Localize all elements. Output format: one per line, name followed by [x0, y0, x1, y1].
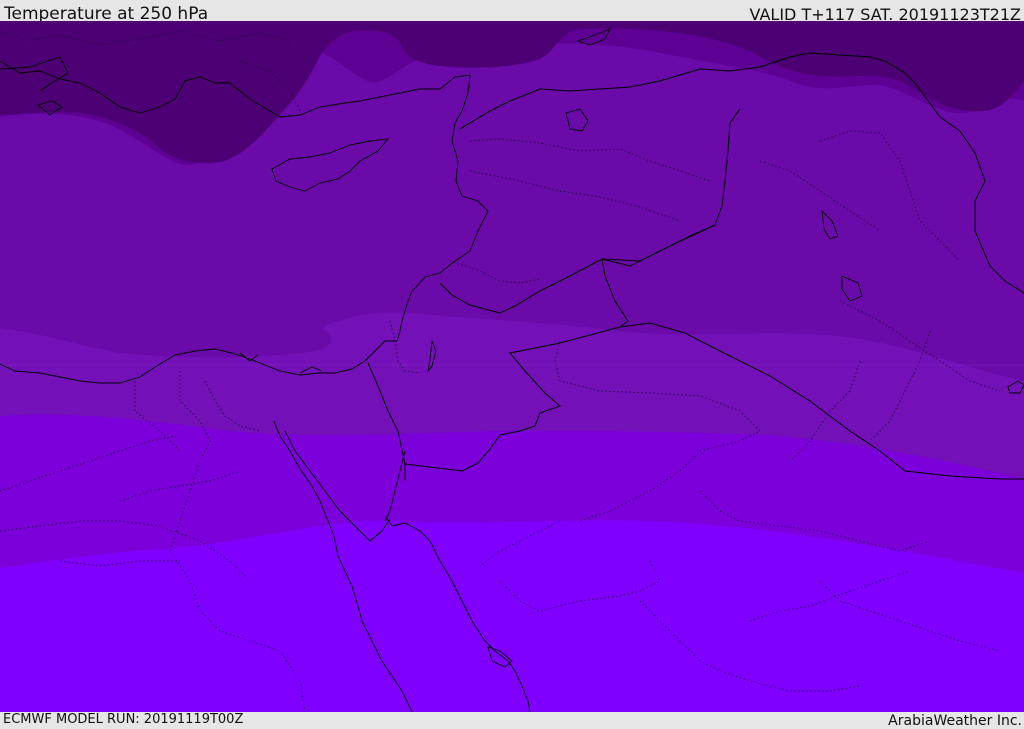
footer-bar: ECMWF MODEL RUN: 20191119T00Z ArabiaWeat… [0, 712, 1024, 729]
model-run: ECMWF MODEL RUN: 20191119T00Z [3, 712, 244, 727]
header-bar: Temperature at 250 hPa VALID T+117 SAT. … [0, 0, 1024, 24]
brand-credit: ArabiaWeather Inc. [888, 713, 1022, 729]
forecast-map[interactable] [0, 21, 1024, 712]
